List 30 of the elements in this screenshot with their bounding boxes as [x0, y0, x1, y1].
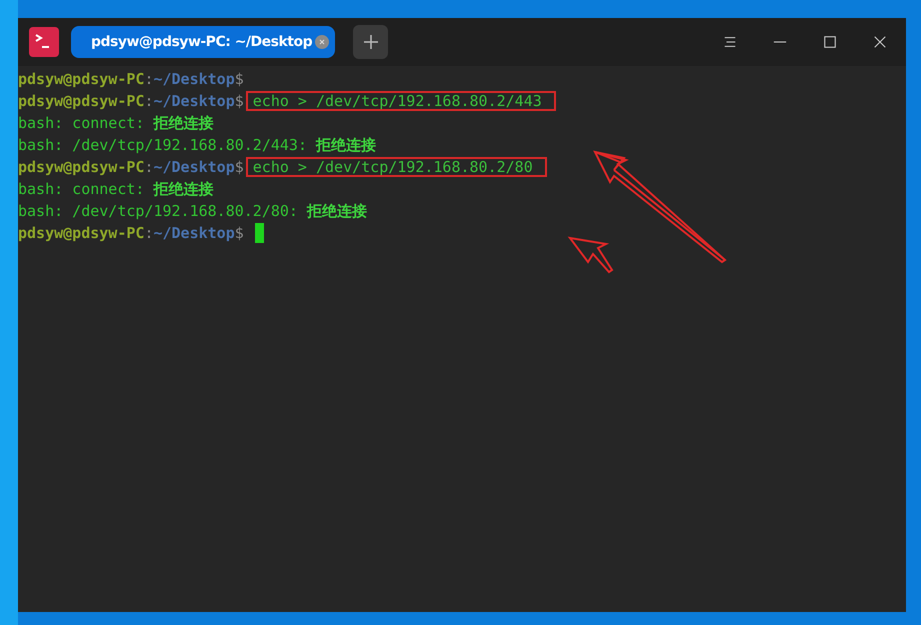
prompt-path: ~/Desktop [153, 157, 235, 178]
command-text: echo > /dev/tcp/192.168.80.2/443 [246, 91, 556, 111]
prompt-path: ~/Desktop [153, 91, 235, 112]
close-tab-icon[interactable] [315, 35, 330, 49]
command-text: echo > /dev/tcp/192.168.80.2/80 [246, 157, 547, 177]
prompt-user: pdsyw@pdsyw-PC [18, 157, 144, 178]
close-icon[interactable] [873, 35, 887, 49]
prompt-separator: : [144, 157, 154, 178]
prompt-sign: $ [234, 69, 244, 90]
terminal-app-icon [29, 27, 59, 57]
output-text: bash: connect: 拒绝连接 [18, 179, 214, 200]
prompt-user: pdsyw@pdsyw-PC [18, 69, 144, 90]
prompt-separator: : [144, 69, 154, 90]
new-tab-button[interactable] [353, 25, 388, 59]
prompt-path: ~/Desktop [153, 69, 235, 90]
prompt-path: ~/Desktop [153, 223, 235, 244]
prompt-user: pdsyw@pdsyw-PC [18, 91, 144, 112]
maximize-icon[interactable] [823, 35, 837, 49]
output-text: bash: /dev/tcp/192.168.80.2/443: 拒绝连接 [18, 135, 376, 156]
output-text: bash: /dev/tcp/192.168.80.2/80: 拒绝连接 [18, 201, 367, 222]
prompt-separator: : [144, 91, 154, 112]
plus-icon [362, 34, 379, 50]
prompt-sign: $ [234, 91, 244, 112]
prompt-user: pdsyw@pdsyw-PC [18, 223, 144, 244]
prompt-sign: $ [234, 223, 244, 244]
terminal-tab[interactable]: pdsyw@pdsyw-PC: ~/Desktop [71, 26, 336, 58]
prompt-sign: $ [234, 157, 244, 178]
prompt-separator: : [144, 223, 154, 244]
output-text: bash: connect: 拒绝连接 [18, 113, 214, 134]
menu-icon[interactable] [723, 35, 737, 49]
